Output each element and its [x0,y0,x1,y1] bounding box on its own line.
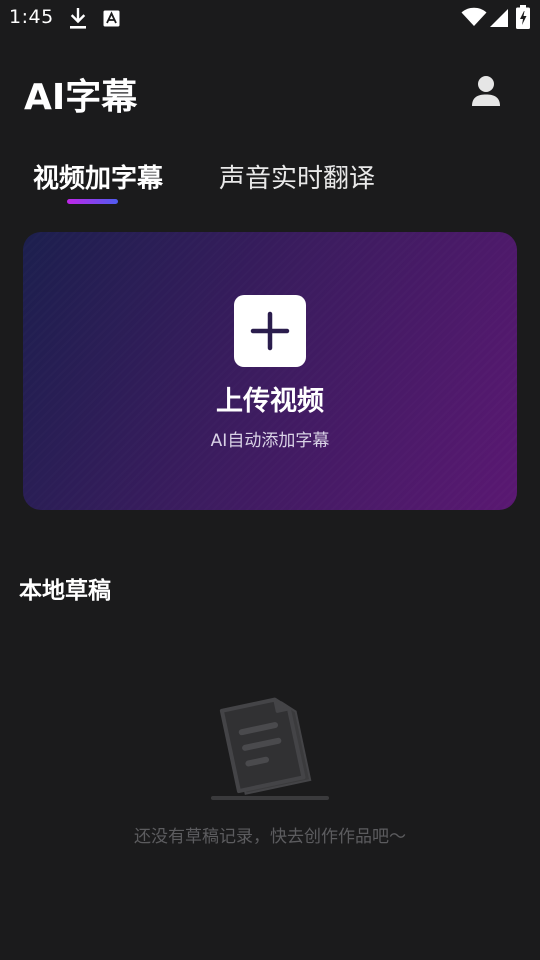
app-screen: 1:45 AI字幕 视频加字幕 声音实时翻译 上传视频 AI自动添加字幕 本地草… [0,0,540,960]
tab-video-subtitles[interactable]: 视频加字幕 [33,158,163,195]
tab-live-voice-translation[interactable]: 声音实时翻译 [219,158,375,195]
empty-document-icon [211,697,329,800]
empty-drafts-message: 还没有草稿记录，快去创作作品吧～ [134,827,406,847]
status-bar: 1:45 [0,0,540,36]
app-title: AI字幕 [24,77,138,118]
plus-icon [250,311,290,351]
user-icon [472,76,500,106]
wifi-icon [461,7,487,26]
download-icon [70,8,86,29]
signal-icon [490,9,508,27]
status-time: 1:45 [9,6,54,28]
upload-video-card[interactable]: 上传视频 AI自动添加字幕 [23,232,517,510]
user-profile-button[interactable] [466,72,506,112]
active-tab-indicator [67,199,118,204]
battery-charging-icon [516,5,530,29]
font-a-icon [103,10,120,27]
upload-video-subtitle: AI自动添加字幕 [210,431,330,451]
upload-plus-button[interactable] [234,295,306,367]
local-drafts-title: 本地草稿 [19,578,111,604]
upload-video-title: 上传视频 [216,386,324,417]
